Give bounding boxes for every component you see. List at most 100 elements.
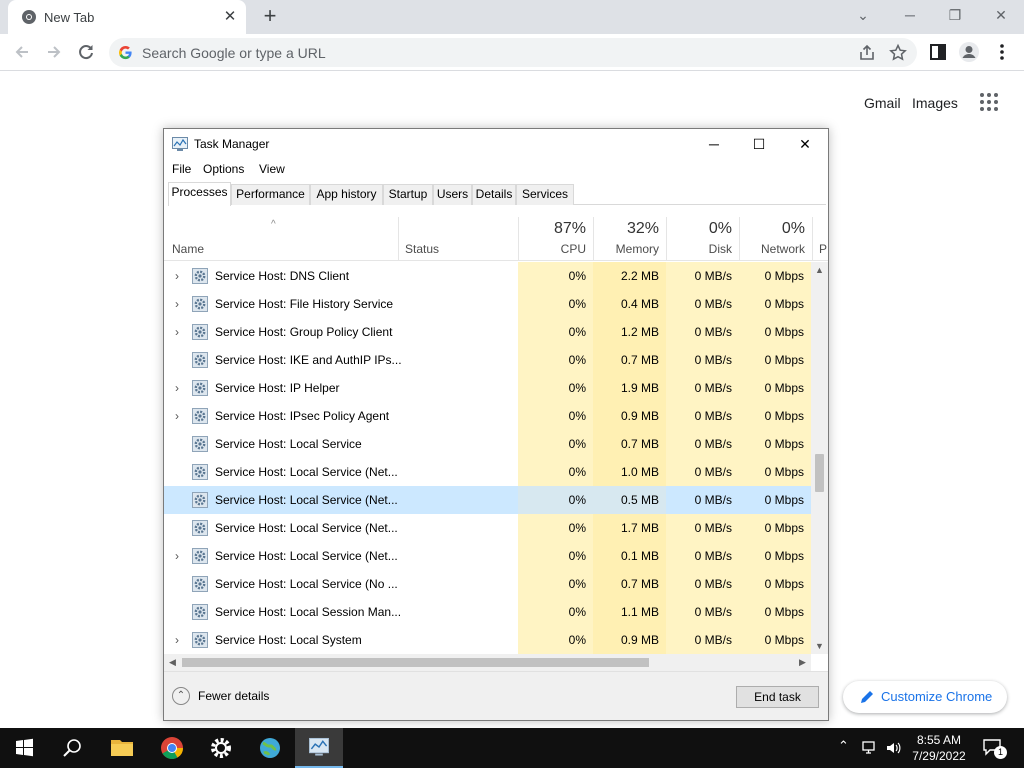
task-manager-icon[interactable] bbox=[295, 728, 343, 768]
side-panel-icon[interactable] bbox=[927, 41, 949, 63]
process-name-cell[interactable]: › Service Host: Local Service (Net... bbox=[164, 542, 518, 570]
tab-processes[interactable]: Processes bbox=[168, 182, 231, 206]
table-row[interactable]: Service Host: Local Service (Net... 0% 1.7… bbox=[164, 514, 811, 542]
tm-close-button[interactable]: ✕ bbox=[782, 129, 828, 159]
settings-icon[interactable] bbox=[197, 728, 245, 768]
tab-details[interactable]: Details bbox=[472, 184, 516, 205]
google-apps-icon[interactable] bbox=[980, 93, 1000, 113]
scroll-down-icon[interactable]: ▼ bbox=[811, 638, 828, 654]
tm-maximize-button[interactable]: ☐ bbox=[736, 129, 782, 159]
forward-arrow-icon[interactable] bbox=[43, 41, 65, 63]
process-name-cell[interactable]: Service Host: Local Service (Net... bbox=[164, 486, 518, 514]
process-name-cell[interactable]: › Service Host: IPsec Policy Agent bbox=[164, 402, 518, 430]
end-task-button[interactable]: End task bbox=[736, 686, 819, 708]
column-network[interactable]: Network bbox=[739, 242, 805, 256]
column-divider[interactable] bbox=[812, 217, 813, 261]
new-tab-button[interactable]: + bbox=[259, 5, 281, 27]
search-icon[interactable] bbox=[48, 728, 96, 768]
scroll-up-icon[interactable]: ▲ bbox=[811, 262, 828, 278]
column-power-truncated[interactable]: P bbox=[819, 242, 827, 256]
expand-chevron-icon[interactable]: › bbox=[171, 409, 183, 423]
process-name-cell[interactable]: › Service Host: Local System bbox=[164, 626, 518, 654]
table-row[interactable]: Service Host: Local Service 0% 0.7 MB 0 MB/… bbox=[164, 430, 811, 458]
images-link[interactable]: Images bbox=[912, 95, 958, 111]
process-name-cell[interactable]: › Service Host: File History Service bbox=[164, 290, 518, 318]
column-disk[interactable]: Disk bbox=[666, 242, 732, 256]
tab-new-tab[interactable]: New Tab ✕ bbox=[8, 0, 246, 34]
process-name-cell[interactable]: › Service Host: DNS Client bbox=[164, 262, 518, 290]
customize-chrome-button[interactable]: Customize Chrome bbox=[843, 681, 1007, 713]
table-row[interactable]: Service Host: Local Service (No ... 0% 0.7… bbox=[164, 570, 811, 598]
table-row[interactable]: › Service Host: File History Service 0% 0.4… bbox=[164, 290, 811, 318]
scrollbar-thumb[interactable] bbox=[815, 454, 824, 492]
table-row[interactable]: › Service Host: IP Helper 0% 1.9 MB 0 MB/s 0 … bbox=[164, 374, 811, 402]
omnibox-input[interactable] bbox=[142, 43, 842, 63]
table-row[interactable]: › Service Host: IPsec Policy Agent 0% 0.9 M… bbox=[164, 402, 811, 430]
menu-options[interactable]: Options bbox=[203, 162, 244, 176]
taskbar-clock[interactable]: 8:55 AM 7/29/2022 bbox=[908, 732, 970, 764]
table-row[interactable]: › Service Host: Local System 0% 0.9 MB 0 MB/… bbox=[164, 626, 811, 654]
process-name-cell[interactable]: Service Host: IKE and AuthIP IPs... bbox=[164, 346, 518, 374]
tab-app-history[interactable]: App history bbox=[310, 184, 383, 205]
process-name-cell[interactable]: Service Host: Local Service (No ... bbox=[164, 570, 518, 598]
tm-minimize-button[interactable]: ─ bbox=[691, 129, 737, 159]
tab-close-icon[interactable]: ✕ bbox=[222, 9, 238, 25]
share-icon[interactable] bbox=[857, 43, 877, 63]
column-cpu[interactable]: CPU bbox=[518, 242, 586, 256]
column-name[interactable]: Name bbox=[172, 242, 204, 256]
scroll-right-icon[interactable]: ▶ bbox=[794, 654, 811, 671]
table-row[interactable]: › Service Host: Group Policy Client 0% 1.2 … bbox=[164, 318, 811, 346]
table-row[interactable]: Service Host: Local Service (Net... 0% 0.5… bbox=[164, 486, 811, 514]
table-row[interactable]: Service Host: Local Service (Net... 0% 1.0… bbox=[164, 458, 811, 486]
h-scrollbar-thumb[interactable] bbox=[182, 658, 649, 667]
sort-arrow-icon[interactable]: ^ bbox=[271, 219, 276, 230]
tab-performance[interactable]: Performance bbox=[231, 184, 310, 205]
window-minimize-button[interactable]: ─ bbox=[898, 4, 922, 26]
menu-view[interactable]: View bbox=[259, 162, 285, 176]
back-arrow-icon[interactable] bbox=[11, 41, 33, 63]
process-name-cell[interactable]: Service Host: Local Service (Net... bbox=[164, 514, 518, 542]
table-row[interactable]: Service Host: Local Session Man... 0% 1.1 … bbox=[164, 598, 811, 626]
bookmark-star-icon[interactable] bbox=[888, 43, 908, 63]
menu-file[interactable]: File bbox=[172, 162, 191, 176]
table-row[interactable]: › Service Host: DNS Client 0% 2.2 MB 0 MB/s 0… bbox=[164, 262, 811, 290]
process-name-cell[interactable]: › Service Host: Group Policy Client bbox=[164, 318, 518, 346]
task-manager-titlebar[interactable]: Task Manager ─ ☐ ✕ bbox=[164, 129, 828, 159]
chrome-menu-icon[interactable] bbox=[991, 41, 1013, 63]
gmail-link[interactable]: Gmail bbox=[864, 95, 901, 111]
tab-users[interactable]: Users bbox=[433, 184, 472, 205]
expand-chevron-icon[interactable]: › bbox=[171, 633, 183, 647]
window-close-button[interactable]: ✕ bbox=[989, 4, 1013, 26]
show-hidden-icons[interactable]: ⌃ bbox=[838, 738, 854, 768]
column-memory[interactable]: Memory bbox=[593, 242, 659, 256]
expand-chevron-icon[interactable]: › bbox=[171, 269, 183, 283]
tab-startup[interactable]: Startup bbox=[383, 184, 433, 205]
process-name-cell[interactable]: › Service Host: IP Helper bbox=[164, 374, 518, 402]
reload-icon[interactable] bbox=[75, 41, 97, 63]
expand-chevron-icon[interactable]: › bbox=[171, 381, 183, 395]
expand-chevron-icon[interactable]: › bbox=[171, 325, 183, 339]
network-globe-icon[interactable] bbox=[246, 728, 294, 768]
table-row[interactable]: Service Host: IKE and AuthIP IPs... 0% 0.7… bbox=[164, 346, 811, 374]
scroll-left-icon[interactable]: ◀ bbox=[164, 654, 181, 671]
column-divider[interactable] bbox=[398, 217, 399, 261]
process-name-cell[interactable]: Service Host: Local Service bbox=[164, 430, 518, 458]
column-status[interactable]: Status bbox=[405, 242, 439, 256]
tab-services[interactable]: Services bbox=[516, 184, 574, 205]
horizontal-scrollbar[interactable]: ◀ ▶ bbox=[164, 654, 811, 671]
table-row[interactable]: › Service Host: Local Service (Net... 0% 0.… bbox=[164, 542, 811, 570]
expand-chevron-icon[interactable]: › bbox=[171, 549, 183, 563]
file-explorer-icon[interactable] bbox=[98, 728, 146, 768]
start-icon[interactable] bbox=[0, 728, 48, 768]
process-name-cell[interactable]: Service Host: Local Service (Net... bbox=[164, 458, 518, 486]
window-restore-button[interactable]: ❐ bbox=[943, 4, 967, 26]
profile-avatar-icon[interactable] bbox=[958, 41, 980, 63]
expand-chevron-icon[interactable]: › bbox=[171, 297, 183, 311]
notification-center-icon[interactable]: 1 bbox=[982, 738, 1007, 760]
network-status-icon[interactable] bbox=[861, 740, 879, 756]
volume-icon[interactable] bbox=[885, 740, 903, 756]
vertical-scrollbar[interactable]: ▲ ▼ bbox=[811, 262, 828, 654]
chrome-icon[interactable] bbox=[148, 728, 196, 768]
process-name-cell[interactable]: Service Host: Local Session Man... bbox=[164, 598, 518, 626]
omnibox[interactable] bbox=[109, 38, 917, 67]
